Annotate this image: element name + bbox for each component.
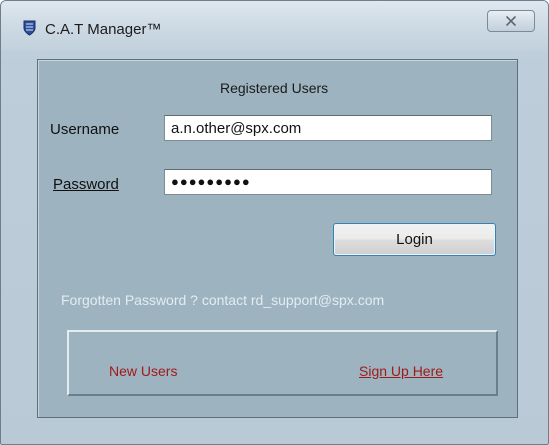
password-label: Password	[53, 176, 119, 193]
new-users-label: New Users	[109, 363, 178, 379]
shield-icon	[23, 20, 36, 36]
login-panel: Registered Users Username a.n.other@spx.…	[37, 59, 518, 418]
window-title: C.A.T Manager™	[45, 21, 162, 38]
forgot-password-text: Forgotten Password ? contact rd_support@…	[61, 292, 385, 308]
title-bar[interactable]: C.A.T Manager™	[1, 1, 548, 51]
login-button[interactable]: Login	[333, 223, 496, 256]
username-label: Username	[50, 121, 120, 138]
password-field[interactable]: ●●●●●●●●●	[164, 169, 492, 195]
registered-users-heading: Registered Users	[220, 80, 329, 96]
login-window: C.A.T Manager™ Registered Users Username…	[0, 0, 549, 445]
sign-up-link[interactable]: Sign Up Here	[359, 363, 443, 379]
username-field[interactable]: a.n.other@spx.com	[164, 115, 492, 141]
close-button[interactable]	[487, 10, 535, 32]
new-users-box: New Users Sign Up Here	[67, 330, 498, 396]
